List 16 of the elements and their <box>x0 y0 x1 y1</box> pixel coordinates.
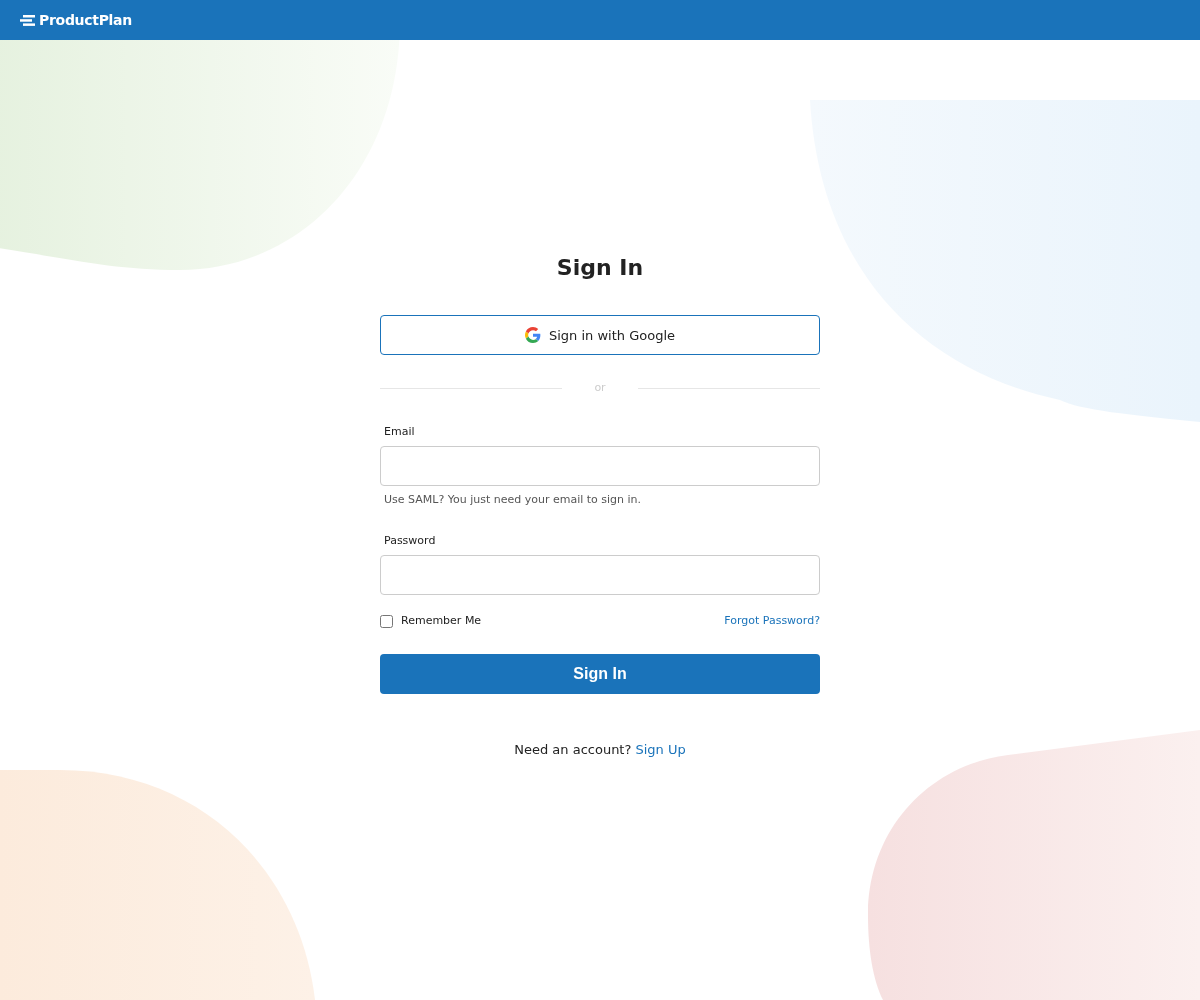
page-title: Sign In <box>555 255 645 282</box>
field-label: Email <box>383 423 416 440</box>
password-field[interactable] <box>380 555 820 596</box>
field-label: Password <box>383 532 437 549</box>
email-field[interactable] <box>380 446 820 487</box>
google-g-icon <box>525 327 541 344</box>
checkbox-label: Remember Me <box>401 613 482 630</box>
remember-checkbox[interactable] <box>380 615 393 629</box>
signup-prompt: Need an account? Sign Up <box>513 740 687 759</box>
google-sign-in-button[interactable]: Sign in with Google <box>380 315 820 356</box>
sign-up-link[interactable]: Sign Up <box>635 741 686 757</box>
field-hint: Use SAML? You just need your email to sign in. <box>383 492 643 509</box>
sign-in-button[interactable]: Sign In <box>380 653 820 694</box>
forgot-password-link[interactable]: Forgot Password? <box>724 613 820 630</box>
logo-icon <box>20 14 35 26</box>
logo-text: ProductPlan <box>39 10 132 30</box>
